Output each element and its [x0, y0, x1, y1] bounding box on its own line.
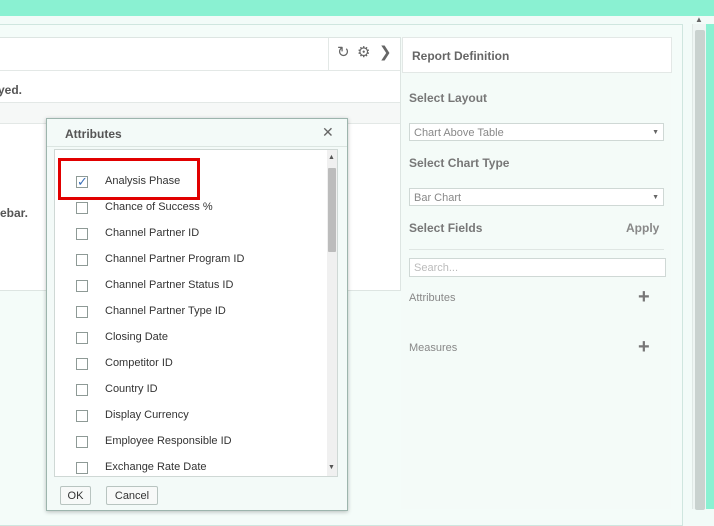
list-item-label: Country ID — [105, 383, 158, 395]
checkbox[interactable] — [76, 410, 88, 422]
ok-button[interactable]: OK — [60, 486, 91, 505]
list-item[interactable]: Country ID — [55, 378, 325, 404]
list-item-label: Channel Partner Type ID — [105, 305, 226, 317]
list-item[interactable]: Display Currency — [55, 404, 325, 430]
sidebar-hint-message: ebar. — [0, 206, 29, 220]
layout-select-value: Chart Above Table — [414, 127, 504, 139]
toolbar-separator — [328, 38, 329, 70]
list-item[interactable]: Channel Partner Status ID — [55, 274, 325, 300]
scroll-up-icon[interactable]: ▲ — [328, 154, 335, 161]
list-item[interactable]: Channel Partner ID — [55, 222, 325, 248]
checkbox[interactable] — [76, 462, 88, 474]
select-chart-type-label: Select Chart Type — [409, 156, 510, 170]
list-item-label: Employee Responsible ID — [105, 435, 232, 447]
apply-button[interactable]: Apply — [626, 221, 659, 235]
add-measure-icon[interactable]: + — [638, 337, 650, 357]
chevron-down-icon: ▼ — [652, 129, 659, 136]
list-scrollbar[interactable]: ▲ ▼ — [327, 150, 337, 476]
dialog-header: Attributes ✕ — [47, 119, 347, 147]
list-item-label: Exchange Rate Date — [105, 461, 207, 473]
list-item[interactable]: Competitor ID — [55, 352, 325, 378]
attributes-section-label: Attributes — [409, 292, 456, 304]
list-item[interactable]: Channel Partner Type ID — [55, 300, 325, 326]
checkbox[interactable] — [76, 384, 88, 396]
chart-type-select[interactable]: Bar Chart ▼ — [409, 188, 664, 206]
checkbox[interactable] — [76, 280, 88, 292]
list-item-label: Display Currency — [105, 409, 189, 421]
report-definition-header: Report Definition — [402, 37, 672, 73]
checkbox[interactable] — [76, 254, 88, 266]
measures-section-label: Measures — [409, 342, 458, 354]
scroll-up-icon[interactable]: ▲ — [695, 15, 703, 24]
chevron-right-icon[interactable]: ❯ — [379, 45, 392, 61]
list-item-label: Channel Partner Program ID — [105, 253, 245, 265]
select-fields-label: Select Fields — [409, 221, 483, 235]
report-definition-title: Report Definition — [412, 49, 510, 63]
list-item-label: Chance of Success % — [105, 201, 213, 213]
scroll-down-icon[interactable]: ▼ — [328, 464, 335, 471]
checkbox[interactable] — [76, 228, 88, 240]
main-toolbar: ↻ ⚙ ❯ — [0, 38, 400, 71]
chevron-down-icon: ▼ — [652, 194, 659, 201]
page-scrollbar-thumb[interactable] — [695, 30, 705, 510]
checkbox[interactable] — [76, 332, 88, 344]
info-message: yed. — [0, 83, 23, 97]
chart-type-select-value: Bar Chart — [414, 192, 462, 204]
annotation-highlight-box — [58, 158, 200, 200]
checkbox[interactable] — [76, 358, 88, 370]
right-accent-strip — [706, 24, 714, 509]
cancel-button[interactable]: Cancel — [106, 486, 158, 505]
refresh-icon[interactable]: ↻ — [337, 45, 350, 61]
add-attribute-icon[interactable]: + — [638, 287, 650, 307]
fields-search-input[interactable]: Search... — [409, 258, 666, 277]
list-item-label: Channel Partner Status ID — [105, 279, 234, 291]
list-item[interactable]: Closing Date — [55, 326, 325, 352]
select-layout-label: Select Layout — [409, 91, 488, 105]
list-item[interactable]: Channel Partner Program ID — [55, 248, 325, 274]
list-item[interactable]: Exchange Rate Date — [55, 456, 325, 476]
gear-icon[interactable]: ⚙ — [357, 45, 370, 61]
list-scrollbar-thumb[interactable] — [328, 168, 336, 252]
checkbox[interactable] — [76, 202, 88, 214]
list-item-label: Closing Date — [105, 331, 168, 343]
layout-select[interactable]: Chart Above Table ▼ — [409, 123, 664, 141]
list-item-label: Competitor ID — [105, 357, 173, 369]
close-icon[interactable]: ✕ — [322, 124, 334, 141]
page-scrollbar[interactable] — [692, 24, 707, 510]
checkbox[interactable] — [76, 306, 88, 318]
report-definition-panel: Report Definition Select Layout Chart Ab… — [401, 37, 672, 509]
checkbox[interactable] — [76, 436, 88, 448]
top-accent-bar — [0, 0, 714, 16]
fields-divider — [409, 249, 664, 250]
dialog-title: Attributes — [65, 127, 122, 141]
list-item[interactable]: Employee Responsible ID — [55, 430, 325, 456]
list-item-label: Channel Partner ID — [105, 227, 200, 239]
